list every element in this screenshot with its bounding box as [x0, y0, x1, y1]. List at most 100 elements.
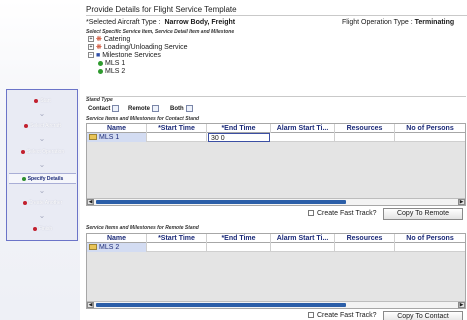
expand-icon[interactable]: + [88, 36, 94, 43]
step-bullet-icon [22, 200, 27, 205]
fast-track-checkbox[interactable] [308, 312, 314, 319]
wrench-icon: ❋ [96, 44, 102, 51]
copy-to-remote-button[interactable]: Copy To Remote [383, 208, 463, 220]
column-header[interactable]: Name [87, 124, 147, 133]
aircraft-type-label: *Selected Aircraft Type : [86, 19, 161, 26]
column-header[interactable]: Resources [335, 124, 395, 133]
end-time-cell[interactable] [207, 243, 271, 252]
alarm-start-cell[interactable] [271, 133, 335, 142]
column-header[interactable]: *Start Time [147, 124, 207, 133]
column-header[interactable]: *End Time [207, 234, 271, 243]
remote-fast-track-toggle[interactable]: Create Fast Track? [308, 312, 377, 319]
chevron-down-icon: ⌄ [38, 160, 46, 169]
collapse-icon[interactable]: − [88, 52, 94, 59]
scroll-thumb[interactable] [96, 303, 346, 307]
column-header[interactable]: No of Persons [395, 124, 465, 133]
tree-item-label: Milestone Services [102, 52, 161, 59]
end-time-input[interactable]: 30 0 [208, 133, 270, 142]
wizard-step-label: Create Another [28, 200, 63, 206]
table-header: Name *Start Time *End Time Alarm Start T… [87, 234, 465, 243]
fast-track-label: Create Fast Track? [317, 210, 377, 217]
step-bullet-icon [32, 226, 37, 231]
milestone-icon [98, 60, 103, 66]
column-header[interactable]: Resources [335, 234, 395, 243]
fast-track-label: Create Fast Track? [317, 312, 377, 319]
table-row[interactable]: MLS 2 [87, 243, 465, 252]
start-time-cell[interactable] [147, 133, 207, 142]
column-header[interactable]: Alarm Start Ti... [271, 124, 335, 133]
tree-item-milestone-services[interactable]: − ■ Milestone Services [88, 52, 161, 60]
service-icon: ■ [96, 52, 101, 59]
expand-icon[interactable]: + [88, 44, 94, 51]
header-divider [86, 15, 467, 16]
wizard-step-specify-details[interactable]: Specify Details [9, 173, 76, 184]
column-header[interactable]: No of Persons [395, 234, 465, 243]
resources-cell[interactable] [335, 243, 395, 252]
name-cell[interactable]: MLS 2 [87, 243, 147, 252]
fast-track-checkbox[interactable] [308, 210, 314, 217]
horizontal-scrollbar[interactable]: ◀ ▶ [87, 301, 465, 308]
column-header[interactable]: *Start Time [147, 234, 207, 243]
resources-cell[interactable] [335, 133, 395, 142]
stand-type-section: Stand Type Contact Remote Both [86, 96, 466, 114]
tree-item-label: Loading/Unloading Service [103, 44, 188, 51]
service-tree: + ❋ Catering + ❋ Loading/Unloading Service… [86, 36, 206, 90]
scroll-right-icon[interactable]: ▶ [458, 302, 465, 308]
wizard-step-select-operation[interactable]: Select Operation [9, 147, 76, 158]
tree-item-label: Catering [103, 36, 131, 43]
tree-item-loading[interactable]: + ❋ Loading/Unloading Service [88, 44, 188, 52]
tree-item-catering[interactable]: + ❋ Catering [88, 36, 130, 44]
start-time-cell[interactable] [147, 243, 207, 252]
flight-operation-label: Flight Operation Type : [342, 19, 413, 26]
tree-item-mls1[interactable]: MLS 1 [98, 60, 125, 68]
chevron-down-icon: ⌄ [38, 211, 46, 220]
wrench-icon: ❋ [96, 36, 102, 43]
persons-cell[interactable] [395, 133, 465, 142]
wizard-step-label: Finish [38, 226, 53, 232]
scroll-thumb[interactable] [96, 200, 346, 204]
tree-item-label: MLS 2 [105, 68, 126, 75]
horizontal-scrollbar[interactable]: ◀ ▶ [87, 198, 465, 205]
chevron-down-icon: ⌄ [38, 186, 46, 195]
wizard-step-select-aircraft[interactable]: Select Aircraft [9, 121, 76, 132]
folder-icon [89, 244, 97, 251]
name-cell[interactable]: MLS 1 [87, 133, 147, 142]
step-bullet-icon [20, 149, 25, 154]
flight-operation-row: Flight Operation Type : Terminating [342, 19, 454, 26]
stand-option-label: Remote [128, 106, 151, 113]
aircraft-type-value: Narrow Body, Freight [164, 19, 236, 26]
wizard-step-finish[interactable]: Finish [9, 224, 76, 235]
wizard-step-label: Select Aircraft [30, 123, 61, 129]
column-header[interactable]: Name [87, 234, 147, 243]
scroll-right-icon[interactable]: ▶ [458, 199, 465, 205]
alarm-start-cell[interactable] [271, 243, 335, 252]
services-caption: Select Specific Service Item, Service De… [86, 29, 235, 35]
stand-type-caption: Stand Type [86, 97, 113, 103]
stand-option-remote[interactable]: Remote [128, 105, 160, 113]
drag-handle-icon [185, 105, 193, 112]
column-header[interactable]: *End Time [207, 124, 271, 133]
wizard-step-create-another[interactable]: Create Another [9, 198, 76, 209]
drag-handle-icon [152, 105, 160, 112]
persons-cell[interactable] [395, 243, 465, 252]
stand-option-contact[interactable]: Contact [88, 105, 120, 112]
drag-handle-icon [112, 105, 120, 112]
table-row[interactable]: MLS 1 30 0 [87, 133, 465, 142]
copy-to-contact-button[interactable]: Copy To Contact [383, 311, 463, 320]
column-header[interactable]: Alarm Start Ti... [271, 234, 335, 243]
wizard-step-label: Select Operation [26, 149, 65, 155]
chevron-down-icon: ⌄ [38, 109, 46, 118]
remote-stand-table: Name *Start Time *End Time Alarm Start T… [86, 233, 466, 309]
cell-text: MLS 1 [99, 134, 120, 141]
remote-grid-caption: Service Items and Milestones for Remote … [86, 225, 199, 231]
step-bullet-icon [21, 176, 26, 181]
tree-item-mls2[interactable]: MLS 2 [98, 68, 125, 76]
wizard-step-start[interactable]: Start [9, 96, 76, 107]
stand-option-both[interactable]: Both [170, 105, 193, 112]
scroll-left-icon[interactable]: ◀ [87, 302, 94, 308]
milestone-icon [98, 68, 103, 74]
page-title: Provide Details for Flight Service Templ… [86, 5, 237, 14]
wizard-step-label: Specify Details [27, 176, 64, 182]
contact-fast-track-toggle[interactable]: Create Fast Track? [308, 210, 377, 217]
scroll-left-icon[interactable]: ◀ [87, 199, 94, 205]
